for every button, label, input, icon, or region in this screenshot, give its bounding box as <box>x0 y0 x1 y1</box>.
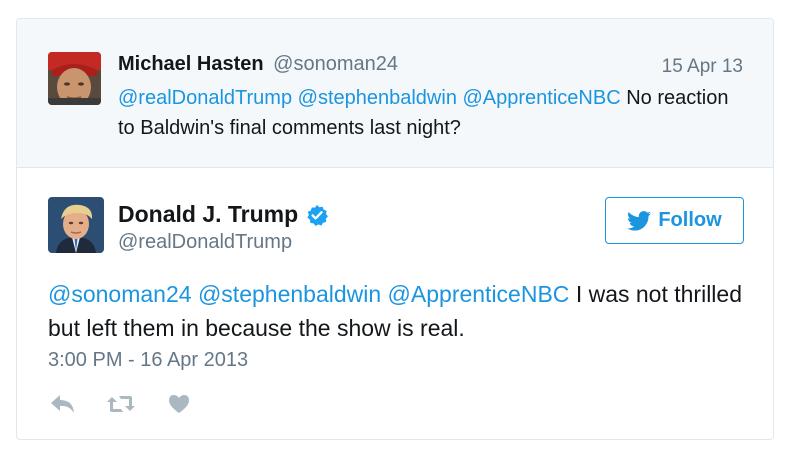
parent-author-name[interactable]: Michael Hasten <box>118 53 264 75</box>
parent-tweet[interactable]: Michael Hasten @sonoman24 15 Apr 13 @rea… <box>17 19 773 168</box>
mention-link[interactable]: @ApprenticeNBC <box>463 87 621 109</box>
tweet-embed-card: Michael Hasten @sonoman24 15 Apr 13 @rea… <box>16 18 774 440</box>
parent-date[interactable]: 15 Apr 13 <box>662 56 743 78</box>
parent-tweet-text: @realDonaldTrump @stephenbaldwin @Appren… <box>118 83 738 143</box>
tweet-actions <box>50 393 191 415</box>
heart-icon[interactable] <box>167 393 191 415</box>
parent-avatar[interactable] <box>48 52 101 105</box>
follow-button-label: Follow <box>658 209 722 231</box>
mention-link[interactable]: @realDonaldTrump <box>118 87 292 109</box>
mention-link[interactable]: @sonoman24 <box>48 281 192 307</box>
verified-badge-icon <box>306 204 329 226</box>
author-name[interactable]: Donald J. Trump <box>118 201 298 228</box>
parent-author-handle[interactable]: @sonoman24 <box>273 53 398 75</box>
reply-icon[interactable] <box>50 393 76 415</box>
mention-link[interactable]: @stephenbaldwin <box>298 87 457 109</box>
tweet-timestamp[interactable]: 3:00 PM - 16 Apr 2013 <box>48 349 248 372</box>
follow-button[interactable]: Follow <box>605 197 744 244</box>
author-handle[interactable]: @realDonaldTrump <box>118 231 292 254</box>
mention-link[interactable]: @ApprenticeNBC <box>388 281 570 307</box>
author-name-row[interactable]: Donald J. Trump <box>118 201 329 228</box>
parent-author[interactable]: Michael Hasten @sonoman24 <box>118 53 398 76</box>
author-avatar[interactable] <box>48 197 104 253</box>
retweet-icon[interactable] <box>106 393 136 415</box>
mention-link[interactable]: @stephenbaldwin <box>198 281 381 307</box>
twitter-bird-icon <box>627 210 652 231</box>
tweet-text: @sonoman24 @stephenbaldwin @ApprenticeNB… <box>48 277 748 345</box>
